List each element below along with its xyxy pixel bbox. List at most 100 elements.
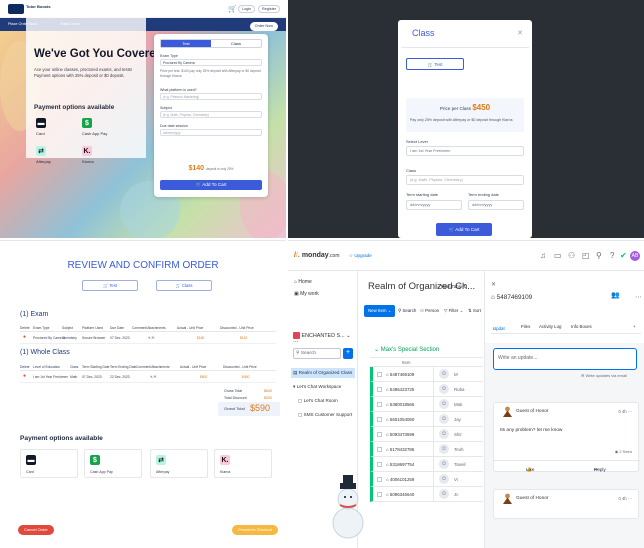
pay-option-card[interactable]: ▬ Card — [20, 449, 78, 478]
row-checkbox[interactable] — [377, 477, 382, 482]
person-icon[interactable]: ☺ — [439, 384, 449, 394]
subscribers-avatars[interactable]: 👥 — [611, 291, 631, 301]
tab-test[interactable]: 🛒 Test — [406, 58, 464, 70]
tab-test[interactable]: 🛒 Test — [82, 280, 138, 291]
level-select[interactable]: I am 1st Year Freshmen — [406, 146, 524, 156]
board-item[interactable]: ▢ SMS Customer Support — [296, 410, 360, 420]
monday-logo[interactable]: //. monday.com — [294, 252, 340, 259]
delete-icon[interactable]: ● — [23, 373, 26, 379]
start-date-input[interactable]: dd/mm/yyyy — [406, 200, 462, 210]
row-checkbox[interactable] — [377, 387, 382, 392]
toolbar-filter[interactable]: ▽ Filter ⌄ — [444, 308, 463, 320]
person-icon[interactable]: ☺ — [439, 459, 449, 469]
pay-option-klarna[interactable]: K. Klarna — [214, 449, 272, 478]
tab-activity-log[interactable]: Activity Log — [539, 324, 561, 329]
check-icon[interactable]: ✔ — [620, 251, 627, 260]
cart-icon[interactable]: 🛒 — [228, 5, 237, 13]
attachment-icon[interactable]: ✎ 🖹 — [148, 336, 154, 342]
add-to-cart-button[interactable]: 🛒 Add To Cart — [160, 180, 262, 190]
more-icon[interactable]: ⋯ — [635, 293, 642, 301]
row-checkbox[interactable] — [377, 447, 382, 452]
delete-icon[interactable]: ● — [23, 334, 26, 340]
inbox-icon[interactable]: ▭ — [554, 251, 562, 260]
board-item[interactable]: ▤ Realm of Organized Class — [291, 368, 355, 378]
table-row[interactable]: ⌂ 5096346640 ☺ Jc — [370, 487, 483, 502]
pay-option-afterpay[interactable]: ⇄ Afterpay — [150, 449, 208, 478]
toolbar-person[interactable]: ⚇ Person — [420, 308, 439, 320]
more-icon[interactable]: ⋯ — [628, 496, 632, 501]
sidebar-item-my-work[interactable]: ▣ My work — [294, 291, 319, 297]
board-item[interactable]: ▢ Let's Chat Room — [296, 396, 360, 406]
attachment-icon[interactable]: ✎ 🖹 — [150, 375, 156, 381]
more-icon[interactable]: ⋯ — [628, 409, 632, 414]
close-icon[interactable]: ✕ — [517, 29, 523, 37]
proceed-checkout-button[interactable]: Proceed to Checkout — [232, 525, 278, 535]
table-row[interactable]: ⌂ 5487469109 ☺ M — [370, 367, 483, 382]
table-row[interactable]: ⌂ 5178432786 ☺ Teoh — [370, 442, 483, 457]
sidebar-label: Home — [298, 279, 312, 285]
person-icon[interactable]: ☺ — [439, 399, 449, 409]
person-icon[interactable]: ☺ — [439, 369, 449, 379]
close-icon[interactable]: ✕ — [491, 281, 496, 288]
class-input[interactable]: (e.g. Math, Physics, Chemistry) — [406, 175, 524, 185]
write-via-email-link[interactable]: ✉ Write updates via email — [581, 373, 627, 378]
row-checkbox[interactable] — [377, 417, 382, 422]
update-text: Its any problem? let me know — [500, 428, 563, 433]
search-icon[interactable]: ⚲ — [596, 251, 602, 260]
main-table-tab[interactable]: ⌂ Main Table ↻ — [437, 284, 467, 290]
sidebar-item-home[interactable]: ⌂ Home — [294, 279, 312, 285]
due-date-input[interactable]: dd/mm/yyyy — [160, 129, 262, 136]
tab-class[interactable]: 🛒 Class — [156, 280, 212, 291]
invite-icon[interactable]: ⚇ — [568, 251, 575, 260]
workspace-selector[interactable]: ENCHANTED S... ⌄ ⋯ — [293, 332, 351, 345]
table-row[interactable]: ⌂ 5093473599 ☺ Shir — [370, 427, 483, 442]
cancel-order-button[interactable]: Cancel Order — [18, 525, 54, 535]
help-icon[interactable]: ? — [610, 251, 614, 260]
person-icon[interactable]: ☺ — [439, 414, 449, 424]
tab-files[interactable]: Files — [521, 324, 530, 329]
board-item[interactable]: ▾ Let's Chat Workspace — [291, 382, 355, 392]
register-button[interactable]: Register — [258, 5, 281, 13]
new-item-button[interactable]: New Item ⌄ — [364, 305, 396, 317]
person-icon[interactable]: ☺ — [439, 429, 449, 439]
table-row[interactable]: ⌂ 4006101259 ☺ Vi — [370, 472, 483, 487]
pay-option-cashapp[interactable]: $ Cash App Pay — [84, 449, 142, 478]
sidebar-search-input[interactable]: ⚲ Search — [293, 348, 341, 359]
row-checkbox[interactable] — [377, 492, 382, 497]
group-title[interactable]: ⌄ Max's Special Section — [374, 346, 439, 353]
add-tab-icon[interactable]: + — [633, 324, 636, 329]
bell-icon[interactable]: ♫ — [540, 251, 546, 260]
row-item-id: ⌂ 5487469109 — [386, 372, 414, 377]
toolbar-sort[interactable]: ⇅ Sort — [468, 308, 481, 320]
row-checkbox[interactable] — [377, 372, 382, 377]
add-to-cart-button[interactable]: 🛒 Add To Cart — [436, 223, 492, 236]
brand-logo[interactable] — [8, 4, 24, 14]
row-checkbox[interactable] — [377, 462, 382, 467]
add-to-cart-label: Add To Cart — [202, 182, 227, 187]
table-row[interactable]: ⌂ 5380018566 ☺ Mati — [370, 397, 483, 412]
avatar[interactable]: AB — [630, 251, 640, 261]
person-icon[interactable]: ☺ — [439, 444, 449, 454]
tab-info-boxes[interactable]: Info Boxes — [571, 324, 592, 329]
login-button[interactable]: Login — [238, 5, 256, 13]
exam-type-select[interactable]: Proctored By Camera — [160, 59, 262, 66]
table-row[interactable]: ⌂ 5318697754 ☺ Taneil — [370, 457, 483, 472]
class-label: Class — [406, 168, 417, 173]
write-update-input[interactable]: Write an update... — [493, 348, 637, 370]
apps-icon[interactable]: ◰ — [582, 251, 590, 260]
table-row[interactable]: ⌂ 5486423725 ☺ Ruba — [370, 382, 483, 397]
person-icon[interactable]: ☺ — [439, 489, 449, 499]
table-row[interactable]: ⌂ 5601054060 ☺ Jay — [370, 412, 483, 427]
tab-test[interactable]: Test — [161, 40, 211, 47]
tab-class[interactable]: Class — [211, 40, 261, 47]
person-icon[interactable]: ☺ — [439, 474, 449, 484]
upgrade-link[interactable]: ☆ Upgrade — [349, 253, 372, 259]
add-button[interactable]: + — [343, 348, 353, 359]
order-now-button[interactable]: Order Now — [249, 22, 278, 31]
toolbar-search[interactable]: ⚲ Search — [398, 308, 416, 320]
platform-input[interactable]: (e.g. Pearson Mastering) — [160, 93, 262, 100]
subject-input[interactable]: (e.g. Math, Physics, Chemistry) — [160, 111, 262, 118]
end-date-input[interactable]: dd/mm/yyyy — [468, 200, 524, 210]
row-checkbox[interactable] — [377, 402, 382, 407]
row-checkbox[interactable] — [377, 432, 382, 437]
